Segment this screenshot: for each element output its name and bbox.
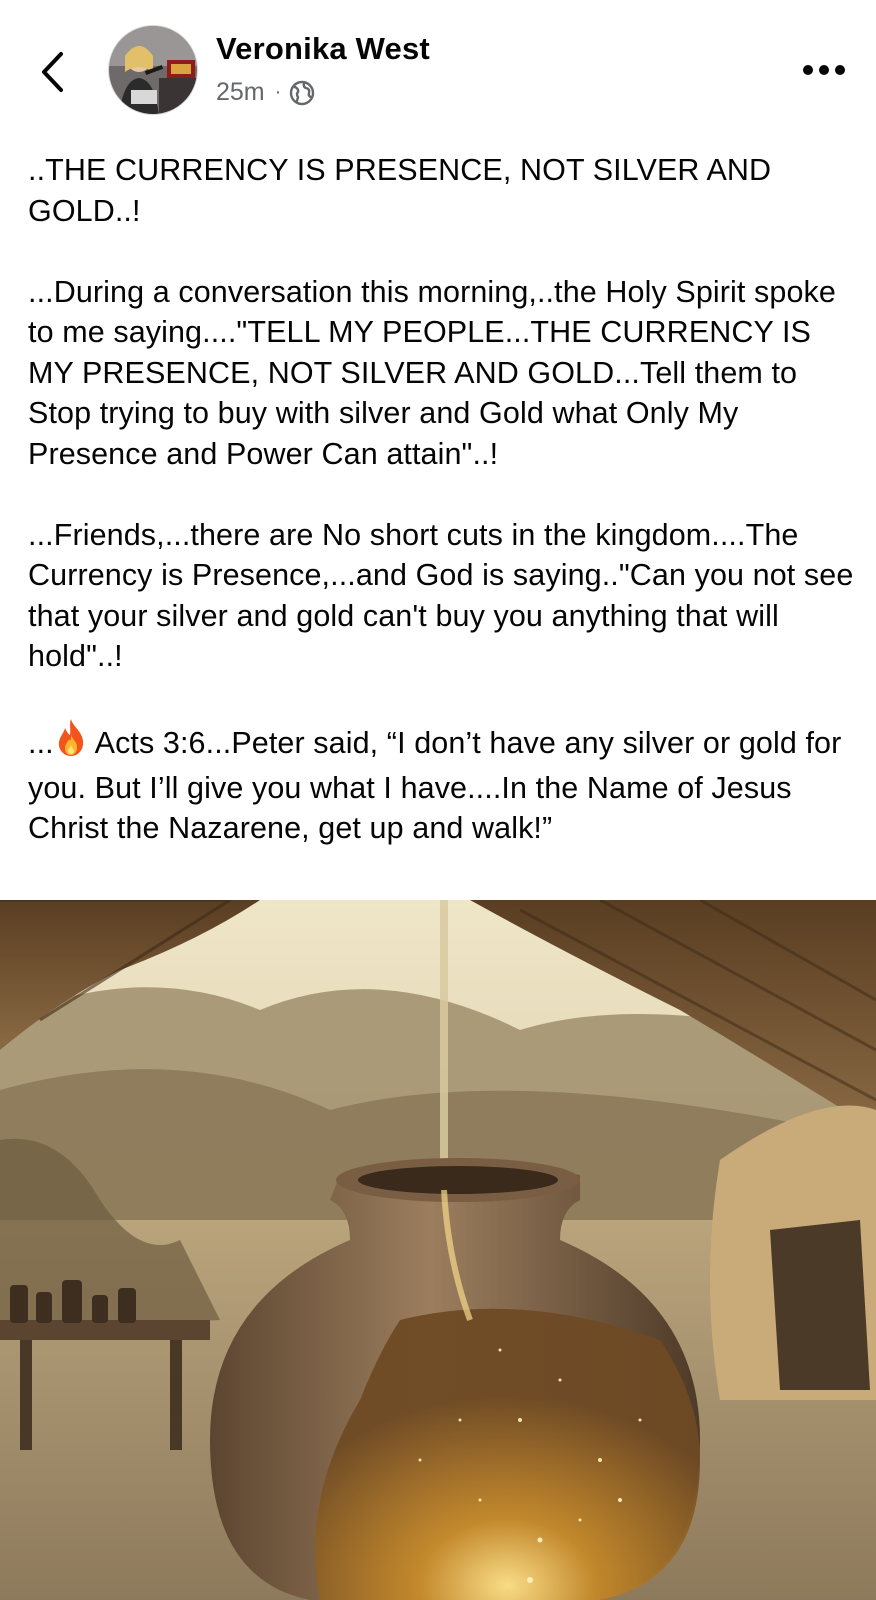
- post-paragraph: ...During a conversation this morning,..…: [28, 274, 836, 471]
- chevron-left-icon: [42, 52, 63, 92]
- scripture-prefix: ...: [28, 726, 54, 760]
- scripture-text: Acts 3:6...Peter said, “I don’t have any…: [28, 726, 842, 845]
- globe-icon[interactable]: [289, 80, 315, 106]
- post-meta: 25m ·: [216, 78, 315, 107]
- fire-icon: [54, 717, 88, 768]
- back-button[interactable]: [30, 40, 74, 104]
- post-image[interactable]: [0, 900, 876, 1600]
- avatar-photo: [109, 26, 197, 114]
- avatar[interactable]: [108, 25, 198, 115]
- post-header: Veronika West 25m ·: [0, 0, 876, 120]
- post-paragraph-title: ..THE CURRENCY IS PRESENCE, NOT SILVER A…: [28, 153, 772, 228]
- meta-separator: ·: [274, 81, 282, 103]
- author-name[interactable]: Veronika West: [216, 31, 430, 67]
- post-body: ..THE CURRENCY IS PRESENCE, NOT SILVER A…: [28, 150, 858, 849]
- clay-jar-honey-image: [0, 900, 876, 1600]
- more-options-button[interactable]: [798, 52, 850, 88]
- post-paragraph-scripture: ... Acts 3:6...Peter said, “I don’t have…: [28, 717, 858, 849]
- ellipsis-icon: [803, 65, 845, 75]
- post-timestamp[interactable]: 25m: [216, 78, 265, 107]
- post-paragraph: ...Friends,...there are No short cuts in…: [28, 517, 854, 674]
